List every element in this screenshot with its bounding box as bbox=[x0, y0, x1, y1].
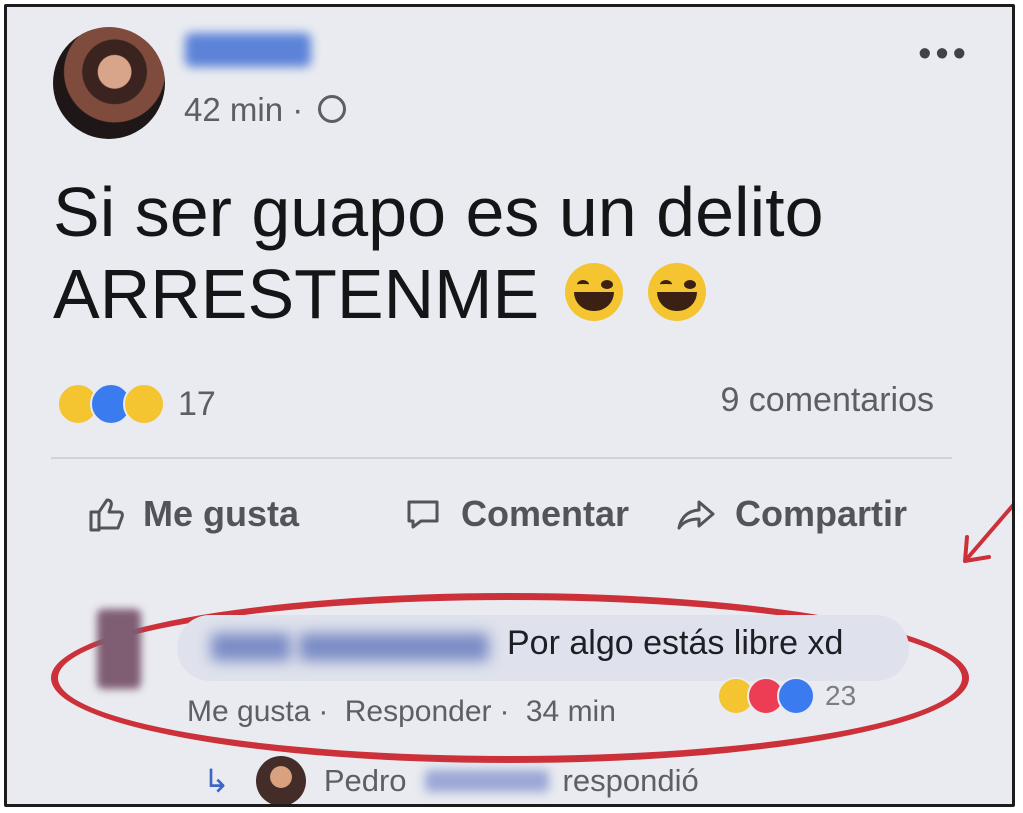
post-time[interactable]: 42 min bbox=[184, 91, 283, 128]
screenshot-frame: 42 min · ••• Si ser guapo es un delito A… bbox=[4, 4, 1015, 807]
thumbs-up-icon bbox=[89, 498, 124, 532]
commenter-name-blurred[interactable] bbox=[211, 633, 291, 661]
meta-separator: · bbox=[292, 91, 304, 128]
comments-count[interactable]: 9 comentarios bbox=[720, 381, 934, 420]
commenter-avatar[interactable] bbox=[97, 609, 141, 689]
reply-avatar[interactable] bbox=[255, 756, 306, 804]
laughing-crying-emoji-icon bbox=[564, 263, 623, 321]
globe-icon bbox=[318, 95, 347, 123]
reply-arrow-icon: ↳ bbox=[203, 763, 230, 799]
reply-author-blurred bbox=[424, 770, 549, 792]
reaction-count[interactable]: 17 bbox=[178, 385, 216, 424]
post-text-line-2: ARRESTENME bbox=[53, 253, 973, 335]
comment-button[interactable]: Comentar bbox=[403, 493, 629, 535]
reply-indicator[interactable]: ↳ Pedro respondió bbox=[203, 755, 699, 804]
comment-icon bbox=[407, 500, 439, 529]
share-icon bbox=[677, 500, 715, 530]
author-name-blurred[interactable] bbox=[185, 33, 311, 67]
reply-author[interactable]: Pedro bbox=[324, 763, 407, 799]
author-avatar[interactable] bbox=[53, 27, 165, 139]
like-button-label: Me gusta bbox=[143, 493, 300, 534]
comment-time[interactable]: 34 min bbox=[526, 695, 616, 728]
like-reaction-icon bbox=[777, 677, 815, 715]
more-icon[interactable]: ••• bbox=[918, 35, 970, 73]
comment-button-label: Comentar bbox=[461, 493, 630, 534]
comment-reactions[interactable]: 23 bbox=[717, 677, 856, 715]
annotation-arrow bbox=[963, 503, 1012, 563]
comment-reply-link[interactable]: Responder bbox=[345, 695, 492, 728]
share-button-label: Compartir bbox=[735, 493, 908, 534]
post-actions: Me gusta Comentar Compartir bbox=[85, 493, 935, 549]
post-meta: 42 min · bbox=[184, 91, 347, 129]
post-divider bbox=[51, 457, 952, 459]
like-button[interactable]: Me gusta bbox=[85, 493, 299, 535]
post-reactions[interactable]: 17 bbox=[57, 383, 216, 425]
comment-reaction-count: 23 bbox=[825, 680, 857, 711]
comment-meta: Me gusta · Responder · 34 min bbox=[187, 695, 616, 728]
post-text: Si ser guapo es un delito ARRESTENME bbox=[53, 171, 973, 335]
wow-reaction-icon bbox=[123, 383, 165, 425]
comment-text: Por algo estás libre xd bbox=[507, 624, 844, 662]
post-text-uppercase: ARRESTENME bbox=[53, 255, 540, 333]
commenter-surname-blurred[interactable] bbox=[299, 633, 489, 661]
laughing-crying-emoji-icon bbox=[648, 263, 707, 321]
share-button[interactable]: Compartir bbox=[677, 493, 907, 535]
highlighted-comment: Por algo estás libre xd Me gusta · Respon… bbox=[37, 567, 977, 787]
post-text-line-1: Si ser guapo es un delito bbox=[53, 173, 824, 251]
reply-verb: respondió bbox=[562, 763, 699, 798]
comment-like-link[interactable]: Me gusta bbox=[187, 695, 310, 728]
